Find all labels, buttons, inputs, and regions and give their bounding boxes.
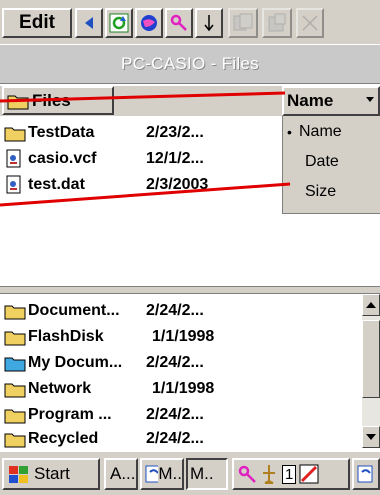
copy-icon [233, 13, 253, 31]
explorer-icon [145, 465, 159, 483]
taskbar-app-extra[interactable] [352, 458, 380, 490]
taskbar-app-a[interactable]: A... [104, 458, 138, 490]
sort-option-name[interactable]: • Name [283, 118, 379, 146]
file-row[interactable]: casio.vcf 12/1/2... [0, 146, 282, 172]
paste-icon [268, 13, 286, 32]
edit-menu-button[interactable]: Edit [2, 8, 72, 38]
sort-by-label: Name [287, 91, 334, 110]
file-name: casio.vcf [28, 150, 97, 167]
sort-option-date[interactable]: Date [283, 148, 379, 176]
folder-row[interactable]: Recycled 2/24/2... [0, 426, 362, 448]
key-icon [170, 14, 187, 31]
properties-button[interactable] [165, 8, 193, 38]
folder-icon [7, 95, 29, 109]
windows-logo-icon [9, 466, 28, 483]
task-label-m: M.. [190, 464, 214, 483]
scroll-down-button[interactable] [362, 426, 380, 448]
pane-divider[interactable] [0, 286, 380, 294]
folder-date: 2/24/2... [146, 430, 204, 447]
folder-date: 1/1/1998 [152, 380, 215, 397]
file-date: 2/3/2003 [146, 176, 209, 193]
folder-list: Document... 2/24/2... FlashDisk 1/1/1998… [0, 294, 362, 448]
folder-row[interactable]: Network 1/1/1998 [0, 376, 362, 402]
down-arrow-icon [204, 15, 214, 32]
folder-row[interactable]: Program ... 2/24/2... [0, 402, 362, 428]
explorer-icon [357, 465, 373, 483]
folder-date: 2/24/2... [146, 302, 204, 319]
sync-button[interactable] [105, 8, 133, 38]
left-arrow-icon [85, 17, 93, 29]
scroll-up-button[interactable] [362, 294, 380, 316]
task-label: M.. [158, 464, 182, 483]
delete-button[interactable] [296, 8, 324, 38]
internet-button[interactable] [135, 8, 163, 38]
down-triangle-icon [366, 434, 376, 440]
pen-input-icon[interactable] [298, 463, 320, 485]
key-icon[interactable] [236, 463, 258, 485]
folder-row[interactable]: FlashDisk 1/1/1998 [0, 324, 362, 350]
up-triangle-icon [366, 302, 376, 308]
taskbar-app-m[interactable]: M.. [186, 458, 228, 490]
folder-icon [4, 383, 26, 398]
file-list: TestData 2/23/2... casio.vcf 12/1/2... t… [0, 116, 282, 286]
scroll-thumb[interactable] [362, 320, 380, 398]
folder-name: Recycled [28, 430, 99, 447]
folder-date: 2/24/2... [146, 406, 204, 423]
taskbar: Start A... M.. M.. 1 [0, 450, 380, 495]
toolbar: Edit [0, 0, 380, 44]
option-label: Size [305, 183, 337, 200]
folder-icon [4, 331, 26, 346]
sort-menu: • Name Date Size [282, 116, 380, 214]
window-title: PC-CASIO - Files [0, 44, 380, 84]
folder-name: Network [28, 380, 92, 397]
copy-button[interactable] [228, 8, 258, 38]
tray-number: 1 [282, 464, 297, 484]
file-name: test.dat [28, 176, 85, 193]
folder-name: FlashDisk [28, 328, 104, 345]
folder-scrollbar[interactable] [362, 294, 380, 448]
option-label: Date [305, 153, 339, 170]
sort-by-dropdown[interactable]: Name [282, 86, 380, 116]
folder-row[interactable]: My Docum... 2/24/2... [0, 350, 362, 376]
sync-icon [109, 13, 129, 33]
file-row[interactable]: test.dat 2/3/2003 [0, 172, 282, 198]
system-tray: 1 [232, 458, 350, 490]
folder-name: Program ... [28, 406, 112, 423]
selected-bullet: • [287, 124, 292, 140]
globe-icon [141, 15, 157, 31]
taskbar-app-explorer[interactable]: M.. [140, 458, 184, 490]
my-documents-folder-icon [4, 357, 26, 372]
delete-icon [302, 15, 318, 31]
move-down-button[interactable] [195, 8, 223, 38]
start-label: Start [34, 464, 70, 483]
chevron-down-icon [366, 97, 374, 102]
file-date: 2/23/2... [146, 124, 204, 141]
files-label: Files [32, 90, 71, 110]
start-button[interactable]: Start [2, 458, 100, 490]
folder-row[interactable]: Document... 2/24/2... [0, 298, 362, 324]
files-location-button[interactable]: Files [2, 86, 114, 115]
task-label: A... [110, 464, 136, 483]
document-icon [6, 149, 21, 168]
option-label: Name [299, 123, 342, 140]
folder-icon [4, 127, 26, 142]
usb-icon[interactable] [258, 463, 280, 485]
document-icon [6, 175, 21, 194]
folder-date: 2/24/2... [146, 354, 204, 371]
folder-date: 1/1/1998 [152, 328, 215, 345]
folder-icon [4, 305, 26, 320]
folder-name: My Docum... [28, 354, 123, 371]
back-button[interactable] [75, 8, 103, 38]
folder-icon [4, 433, 26, 448]
file-row[interactable]: TestData 2/23/2... [0, 120, 282, 146]
file-date: 12/1/2... [146, 150, 204, 167]
file-name: TestData [28, 124, 95, 141]
sort-option-size[interactable]: Size [283, 178, 379, 206]
paste-button[interactable] [262, 8, 292, 38]
folder-icon [4, 409, 26, 424]
folder-name: Document... [28, 302, 120, 319]
